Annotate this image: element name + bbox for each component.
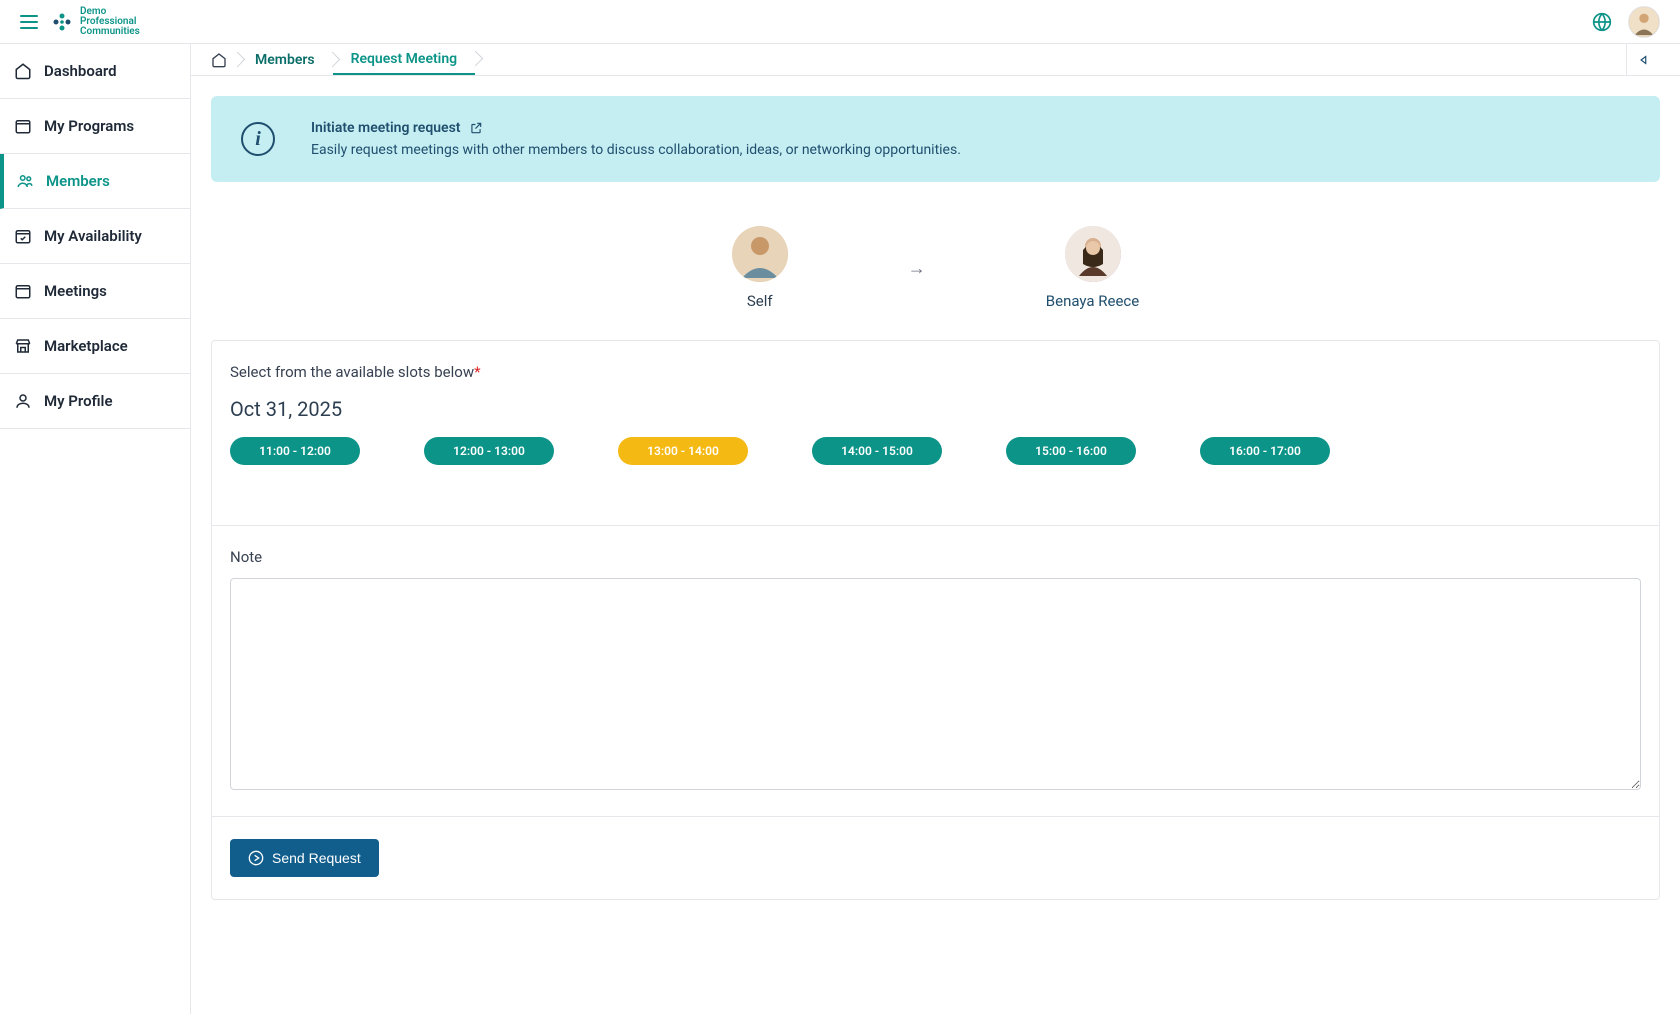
logo-mark-icon — [50, 10, 74, 34]
sidebar-item-label: Meetings — [44, 282, 107, 300]
arrow-circle-right-icon — [248, 850, 264, 866]
slots-section: Select from the available slots below* O… — [212, 341, 1659, 525]
arrow-right-icon: → — [908, 258, 926, 279]
brand-line3: Communities — [80, 27, 140, 37]
date-label: Oct 31, 2025 — [230, 397, 1641, 421]
breadcrumb-back[interactable] — [1626, 44, 1660, 75]
sidebar-item-dashboard[interactable]: Dashboard — [0, 44, 190, 99]
select-slots-label: Select from the available slots below* — [230, 363, 1641, 381]
info-title: Initiate meeting request — [311, 120, 461, 136]
sidebar-item-marketplace[interactable]: Marketplace — [0, 319, 190, 374]
calendar-check-icon — [14, 227, 32, 245]
sidebar-item-label: My Programs — [44, 117, 134, 135]
layout: Dashboard My Programs Members My Availab… — [0, 44, 1680, 1014]
breadcrumb-label: Members — [255, 52, 315, 68]
participants: Self → Benaya Reece — [211, 182, 1660, 340]
time-slot[interactable]: 11:00 - 12:00 — [230, 437, 360, 465]
content: Members Request Meeting i Initiate meeti… — [191, 44, 1680, 1014]
external-link-icon[interactable] — [469, 121, 483, 135]
info-banner: i Initiate meeting request Easily reques… — [211, 96, 1660, 182]
brand-line1: Demo — [80, 7, 140, 17]
sidebar-item-label: Marketplace — [44, 337, 128, 355]
send-request-button[interactable]: Send Request — [230, 839, 379, 877]
main: i Initiate meeting request Easily reques… — [191, 76, 1680, 920]
sidebar-item-availability[interactable]: My Availability — [0, 209, 190, 264]
sidebar-item-members[interactable]: Members — [0, 154, 190, 209]
avatar — [1065, 226, 1121, 282]
avatar — [732, 226, 788, 282]
breadcrumb-home[interactable] — [211, 44, 237, 75]
brand-line2: Professional — [80, 17, 140, 27]
info-title-row: Initiate meeting request — [311, 120, 961, 136]
breadcrumb: Members Request Meeting — [191, 44, 1680, 76]
info-content: Initiate meeting request Easily request … — [311, 120, 961, 158]
sidebar-item-label: My Profile — [44, 392, 113, 410]
globe-icon[interactable] — [1592, 12, 1612, 32]
time-slot-selected[interactable]: 13:00 - 14:00 — [618, 437, 748, 465]
calendar-icon — [14, 117, 32, 135]
participant-self: Self — [732, 226, 788, 310]
top-header: Demo Professional Communities — [0, 0, 1680, 44]
breadcrumb-members[interactable]: Members — [237, 44, 333, 75]
breadcrumb-label: Request Meeting — [351, 51, 458, 67]
menu-toggle[interactable] — [20, 15, 38, 29]
user-icon — [14, 392, 32, 410]
header-right — [1592, 6, 1660, 38]
sidebar-item-label: Members — [46, 172, 110, 190]
slots-row: 11:00 - 12:00 12:00 - 13:00 13:00 - 14:0… — [230, 437, 1641, 465]
users-icon — [16, 172, 34, 190]
info-icon: i — [241, 122, 275, 156]
sidebar-item-meetings[interactable]: Meetings — [0, 264, 190, 319]
card: Select from the available slots below* O… — [211, 340, 1660, 900]
sidebar-item-label: Dashboard — [44, 62, 117, 80]
brand-logo[interactable]: Demo Professional Communities — [50, 7, 140, 37]
note-label: Note — [230, 548, 1641, 566]
time-slot[interactable]: 12:00 - 13:00 — [424, 437, 554, 465]
sidebar-item-profile[interactable]: My Profile — [0, 374, 190, 429]
store-icon — [14, 337, 32, 355]
time-slot[interactable]: 15:00 - 16:00 — [1006, 437, 1136, 465]
time-slot[interactable]: 16:00 - 17:00 — [1200, 437, 1330, 465]
home-icon — [211, 52, 227, 68]
submit-section: Send Request — [212, 816, 1659, 899]
participant-name-link[interactable]: Benaya Reece — [1046, 292, 1139, 310]
header-left: Demo Professional Communities — [20, 7, 140, 37]
participant-name: Self — [747, 292, 773, 310]
sidebar-item-programs[interactable]: My Programs — [0, 99, 190, 154]
send-label: Send Request — [272, 850, 361, 866]
user-avatar[interactable] — [1628, 6, 1660, 38]
sidebar-item-label: My Availability — [44, 227, 142, 245]
logo-text: Demo Professional Communities — [80, 7, 140, 37]
breadcrumb-request-meeting[interactable]: Request Meeting — [333, 44, 476, 75]
time-slot[interactable]: 14:00 - 15:00 — [812, 437, 942, 465]
participant-other: Benaya Reece — [1046, 226, 1139, 310]
home-icon — [14, 62, 32, 80]
note-section: Note — [212, 525, 1659, 816]
info-desc: Easily request meetings with other membe… — [311, 142, 961, 158]
sidebar: Dashboard My Programs Members My Availab… — [0, 44, 191, 1014]
note-textarea[interactable] — [230, 578, 1641, 790]
calendar-icon — [14, 282, 32, 300]
